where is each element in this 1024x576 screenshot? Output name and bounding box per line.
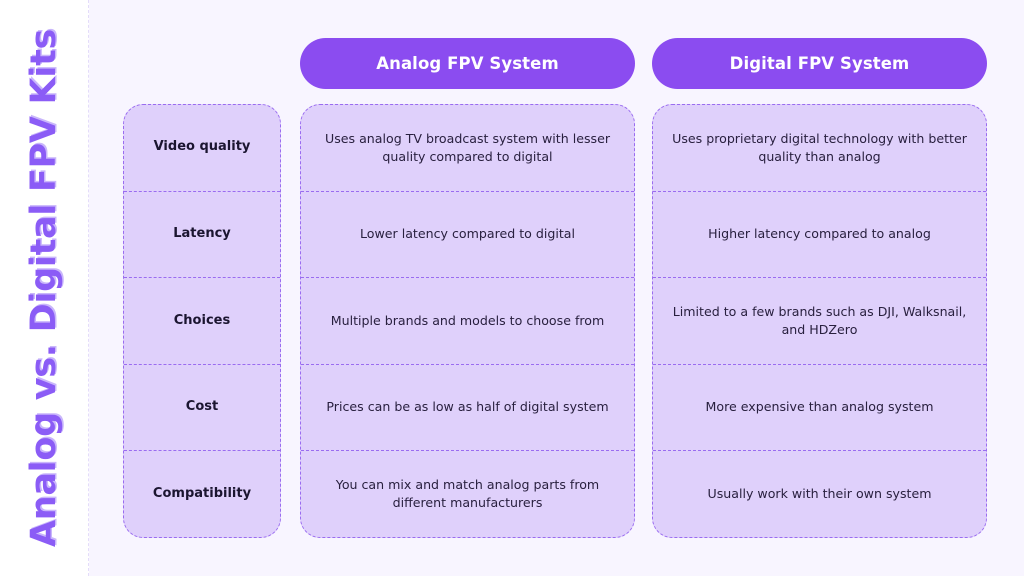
cell-analog-compatibility: You can mix and match analog parts from … [335,476,600,511]
table-row: Video quality [124,105,280,192]
cell-digital-compatibility: Usually work with their own system [707,486,932,502]
table-row: Prices can be as low as half of digital … [301,365,634,452]
header-digital: Digital FPV System [652,38,987,89]
header-analog-label: Analog FPV System [376,54,559,73]
table-row: Usually work with their own system [653,451,986,537]
row-label: Video quality [153,139,251,155]
cell-analog-cost: Prices can be as low as half of digital … [326,399,609,415]
cell-analog-latency: Lower latency compared to digital [359,226,576,242]
cell-analog-choices: Multiple brands and models to choose fro… [330,312,605,328]
table-row: Choices [124,278,280,365]
page-title: Analog vs. Digital FPV Kits [24,28,64,548]
table-row: Cost [124,365,280,452]
table-row: Uses analog TV broadcast system with les… [301,105,634,192]
title-rail: Analog vs. Digital FPV Kits [0,0,88,576]
row-label: Choices [173,312,231,328]
table-row: Latency [124,192,280,279]
table-row: Lower latency compared to digital [301,192,634,279]
column-row-labels: Video quality Latency Choices Cost Compa… [123,104,281,538]
column-digital: Uses proprietary digital technology with… [652,104,987,538]
row-label: Compatibility [152,485,252,501]
cell-digital-cost: More expensive than analog system [705,399,934,415]
table-row: Higher latency compared to analog [653,192,986,279]
cell-digital-choices: Limited to a few brands such as DJI, Wal… [672,303,967,337]
table-row: You can mix and match analog parts from … [301,451,634,537]
table-row: More expensive than analog system [653,365,986,452]
table-row: Compatibility [124,451,280,537]
table-row: Multiple brands and models to choose fro… [301,278,634,365]
row-label: Latency [173,225,231,241]
rail-divider [88,0,89,576]
comparison-table: Video quality Latency Choices Cost Compa… [123,104,987,538]
cell-digital-video-quality: Uses proprietary digital technology with… [672,130,967,164]
column-analog: Uses analog TV broadcast system with les… [300,104,635,538]
table-row: Limited to a few brands such as DJI, Wal… [653,278,986,365]
infographic-root: Analog vs. Digital FPV Kits Analog FPV S… [0,0,1024,576]
cell-analog-video-quality: Uses analog TV broadcast system with les… [324,130,611,164]
header-digital-label: Digital FPV System [729,54,910,73]
table-row: Uses proprietary digital technology with… [653,105,986,192]
header-analog: Analog FPV System [300,38,635,89]
row-label: Cost [185,399,219,415]
column-headers: Analog FPV System Digital FPV System [300,38,987,89]
cell-digital-latency: Higher latency compared to analog [708,226,931,242]
